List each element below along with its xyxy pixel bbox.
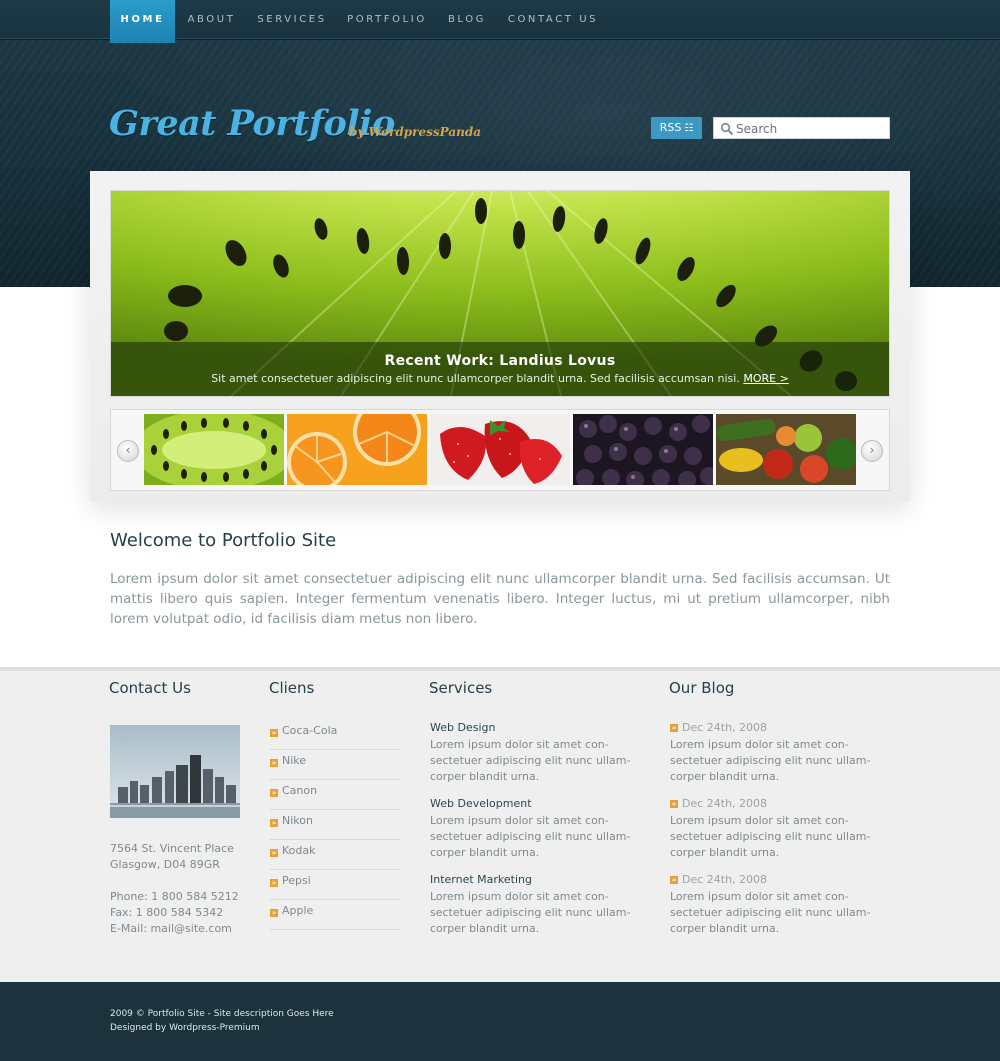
- service-title[interactable]: Web Development: [430, 797, 532, 810]
- bottom-footer: [0, 982, 1000, 1061]
- service-title[interactable]: Internet Marketing: [430, 873, 532, 886]
- thumbnail-vegetables[interactable]: [716, 414, 856, 485]
- blog-title: Our Blog: [669, 679, 735, 697]
- service-line: corper blandit urna.: [430, 922, 540, 935]
- city-photo: [110, 725, 240, 818]
- client-item[interactable]: » Canon: [270, 780, 400, 810]
- contact-address-2: Glasgow, D04 89GR: [110, 858, 220, 871]
- contact-phone: Phone: 1 800 584 5212: [110, 890, 239, 903]
- service-line: corper blandit urna.: [430, 846, 540, 859]
- nav-services[interactable]: SERVICES: [252, 0, 332, 40]
- client-label: Canon: [282, 784, 318, 797]
- client-label: Nike: [282, 754, 307, 767]
- hero-caption: Recent Work: Landius Lovus Sit amet cons…: [111, 342, 889, 396]
- thumbnail-kiwi[interactable]: [144, 414, 284, 485]
- clients-title: Cliens: [269, 679, 315, 697]
- copyright-text: 2009 © Portfolio Site - Site description…: [110, 1009, 334, 1019]
- hero-title: Recent Work: Landius Lovus: [384, 353, 616, 369]
- logo-tagline: by WordpressPanda: [349, 125, 481, 139]
- bullet-arrow-icon: »: [670, 724, 678, 732]
- contact-fax: Fax: 1 800 584 5342: [110, 906, 224, 919]
- client-label: Coca-Cola: [282, 724, 338, 737]
- bullet-arrow-icon: »: [270, 849, 278, 857]
- search-box: [713, 117, 890, 139]
- client-label: Nikon: [282, 814, 313, 827]
- bullet-arrow-icon: »: [670, 876, 678, 884]
- service-line: sectetuer adipiscing elit nunc ullam-: [430, 906, 631, 919]
- blog-line: corper blandit urna.: [670, 922, 780, 935]
- thumbnail-orange[interactable]: [287, 414, 427, 485]
- blog-line: Lorem ipsum dolor sit amet con-: [670, 814, 849, 827]
- top-navigation: HOME ABOUT SERVICES PORTFOLIO BLOG CONTA…: [0, 0, 1000, 43]
- site-logo[interactable]: Great Portfolio by WordpressPanda: [109, 103, 481, 144]
- service-line: corper blandit urna.: [430, 770, 540, 783]
- thumbnail-strawberry[interactable]: [430, 414, 570, 485]
- hero-text: Sit amet consectetuer adipiscing elit nu…: [211, 372, 740, 385]
- client-label: Apple: [282, 904, 314, 917]
- thumbnail-blackberry[interactable]: [573, 414, 713, 485]
- rss-button[interactable]: RSS ☷: [651, 117, 702, 139]
- blog-line: corper blandit urna.: [670, 846, 780, 859]
- nav-contact-us[interactable]: CONTACT US: [503, 0, 603, 40]
- search-input[interactable]: [736, 120, 886, 137]
- bullet-arrow-icon: »: [270, 909, 278, 917]
- hero-more-link[interactable]: MORE >: [743, 372, 788, 385]
- arrow-right-icon[interactable]: ›: [861, 440, 883, 462]
- services-title: Services: [429, 679, 493, 697]
- nav-home[interactable]: HOME: [110, 0, 175, 43]
- arrow-left-icon[interactable]: ‹: [117, 440, 139, 462]
- blog-line: corper blandit urna.: [670, 770, 780, 783]
- service-line: sectetuer adipiscing elit nunc ullam-: [430, 754, 631, 767]
- client-item[interactable]: » Kodak: [270, 840, 400, 870]
- blog-date-text: Dec 24th, 2008: [682, 797, 768, 810]
- contact-email[interactable]: E-Mail: mail@site.com: [110, 921, 232, 937]
- bullet-arrow-icon: »: [270, 879, 278, 887]
- bullet-arrow-icon: »: [270, 729, 278, 737]
- client-label: Pepsi: [282, 874, 311, 887]
- thumbnail-carousel: ‹ ›: [110, 409, 890, 491]
- welcome-title: Welcome to Portfolio Site: [110, 530, 337, 551]
- service-line: Lorem ipsum dolor sit amet con-: [430, 738, 609, 751]
- rss-icon: ☷: [684, 123, 694, 134]
- client-item[interactable]: » Coca-Cola: [270, 720, 400, 750]
- contact-address-1: 7564 St. Vincent Place: [110, 842, 234, 855]
- blog-line: Lorem ipsum dolor sit amet con-: [670, 890, 849, 903]
- bullet-arrow-icon: »: [670, 800, 678, 808]
- nav-blog[interactable]: BLOG: [443, 0, 491, 40]
- client-item[interactable]: » Pepsi: [270, 870, 400, 900]
- service-title[interactable]: Web Design: [430, 721, 495, 734]
- service-line: Lorem ipsum dolor sit amet con-: [430, 890, 609, 903]
- blog-date-text: Dec 24th, 2008: [682, 721, 768, 734]
- rss-label: RSS: [659, 121, 682, 134]
- blog-line: sectetuer adipiscing elit nunc ullam-: [670, 906, 871, 919]
- bullet-arrow-icon: »: [270, 789, 278, 797]
- client-item[interactable]: » Nikon: [270, 810, 400, 840]
- search-icon: [720, 122, 734, 136]
- bullet-arrow-icon: »: [270, 819, 278, 827]
- welcome-text: Lorem ipsum dolor sit amet consectetuer …: [110, 571, 890, 627]
- hero-description: Sit amet consectetuer adipiscing elit nu…: [111, 372, 889, 385]
- contact-title: Contact Us: [109, 679, 191, 697]
- designed-by-text: Designed by Wordpress-Premium: [110, 1023, 260, 1033]
- blog-date-text: Dec 24th, 2008: [682, 873, 768, 886]
- client-item[interactable]: » Nike: [270, 750, 400, 780]
- blog-line: Lorem ipsum dolor sit amet con-: [670, 738, 849, 751]
- bullet-arrow-icon: »: [270, 759, 278, 767]
- service-line: Lorem ipsum dolor sit amet con-: [430, 814, 609, 827]
- nav-portfolio[interactable]: PORTFOLIO: [342, 0, 432, 40]
- blog-line: sectetuer adipiscing elit nunc ullam-: [670, 754, 871, 767]
- blog-line: sectetuer adipiscing elit nunc ullam-: [670, 830, 871, 843]
- client-label: Kodak: [282, 844, 316, 857]
- client-item[interactable]: » Apple: [270, 900, 400, 930]
- hero-slide[interactable]: Recent Work: Landius Lovus Sit amet cons…: [110, 190, 890, 397]
- nav-about[interactable]: ABOUT: [180, 0, 243, 40]
- service-line: sectetuer adipiscing elit nunc ullam-: [430, 830, 631, 843]
